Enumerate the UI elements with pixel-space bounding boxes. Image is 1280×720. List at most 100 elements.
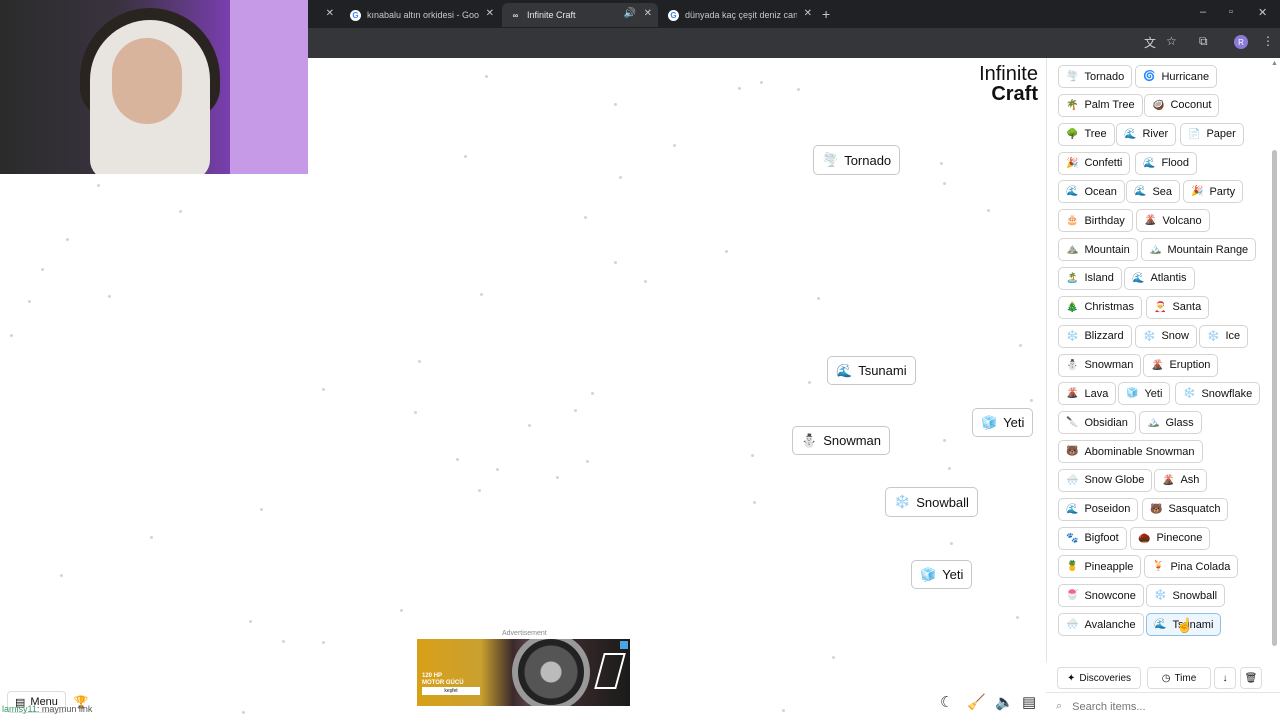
item-label: Obsidian (1084, 416, 1128, 429)
canvas-item-yeti[interactable]: 🧊 Yeti (972, 408, 1034, 437)
trash-button[interactable]: 🗑 (1240, 667, 1262, 689)
tab-close-icon[interactable]: ✕ (804, 8, 812, 19)
sidebar-item-snow-globe[interactable]: 🌨️ Snow Globe (1058, 468, 1153, 492)
sidebar-item-santa[interactable]: 🎅 Santa (1146, 295, 1210, 319)
sidebar-item-river[interactable]: 🌊 River (1116, 122, 1177, 146)
new-tab-button[interactable]: + (822, 6, 830, 22)
items-sidebar[interactable]: 🌪️ Tornado 🌀 Hurricane 🌴 Palm Tree 🥥 Coconut 🌳 Tr… (1046, 58, 1280, 720)
item-label: Snow Globe (1084, 474, 1145, 487)
item-emoji-icon: 🌊 (1154, 619, 1167, 631)
sidebar-item-party[interactable]: 🎉 Party (1183, 180, 1244, 204)
item-label: Snowflake (1201, 387, 1253, 400)
tab-close-icon[interactable]: ✕ (326, 8, 334, 19)
tab-close-icon[interactable]: ✕ (644, 8, 652, 19)
item-emoji-icon: 🍧 (1066, 590, 1079, 602)
canvas-item-snowman[interactable]: ⛄ Snowman (792, 426, 890, 455)
sidebar-item-paper[interactable]: 📄 Paper (1180, 122, 1244, 146)
sidebar-item-lava[interactable]: 🌋 Lava (1058, 382, 1117, 406)
sidebar-item-ash[interactable]: 🌋 Ash (1154, 468, 1208, 492)
sidebar-item-snowman[interactable]: ⛄ Snowman (1058, 353, 1142, 377)
discoveries-button[interactable]: ✦ Discoveries (1057, 667, 1141, 689)
search-input[interactable] (1070, 699, 1245, 714)
close-window-button[interactable]: ✕ (1258, 6, 1267, 19)
sidebar-item-tree[interactable]: 🌳 Tree (1058, 122, 1115, 146)
sidebar-item-eruption[interactable]: 🌋 Eruption (1143, 353, 1219, 377)
extensions-icon[interactable]: ⧉ (1199, 34, 1208, 49)
sidebar-item-pina-colada[interactable]: 🍹 Pina Colada (1144, 555, 1239, 579)
sidebar-item-bigfoot[interactable]: 🐾 Bigfoot (1058, 526, 1127, 550)
sidebar-item-mountain-range[interactable]: 🏔️ Mountain Range (1141, 238, 1257, 262)
sidebar-item-pineapple[interactable]: 🍍 Pineapple (1058, 555, 1142, 579)
sidebar-item-christmas[interactable]: 🎄 Christmas (1058, 295, 1142, 319)
canvas-item-tornado[interactable]: 🌪️ Tornado (813, 145, 901, 175)
item-label: Paper (1206, 128, 1236, 141)
scroll-up-arrow-icon[interactable]: ▲ (1271, 60, 1278, 67)
item-emoji-icon: ⛄ (1066, 359, 1079, 371)
sidebar-item-island[interactable]: 🏝️ Island (1058, 266, 1122, 290)
sidebar-item-blizzard[interactable]: ❄️ Blizzard (1058, 324, 1132, 348)
item-emoji-icon: ❄️ (1207, 330, 1220, 342)
ad-cta-button[interactable]: keşfet (422, 687, 480, 695)
sidebar-item-volcano[interactable]: 🌋 Volcano (1136, 209, 1210, 233)
speaker-icon[interactable]: 🔊 (624, 8, 636, 19)
canvas-item-tsunami[interactable]: 🌊 Tsunami (827, 356, 916, 385)
tab-title: dünyada kaç çeşit deniz canlısı (685, 10, 797, 20)
tab-infinite-craft[interactable]: ∞ Infinite Craft 🔊 ✕ (502, 3, 658, 27)
moon-icon[interactable]: ☾ (940, 693, 953, 711)
sound-icon[interactable]: 🔈 (995, 693, 1014, 711)
item-label: Poseidon (1084, 503, 1131, 516)
item-emoji-icon: 🏔️ (1149, 244, 1162, 256)
sidebar-item-confetti[interactable]: 🎉 Confetti (1058, 151, 1131, 175)
sidebar-item-sasquatch[interactable]: 🐻 Sasquatch (1142, 497, 1229, 521)
sidebar-item-ocean[interactable]: 🌊 Ocean (1058, 180, 1125, 204)
logo-line1: Infinite (979, 63, 1038, 85)
sidebar-item-mountain[interactable]: ⛰️ Mountain (1058, 238, 1138, 262)
sidebar-item-avalanche[interactable]: 🌨️ Avalanche (1058, 613, 1144, 637)
sidebar-item-hurricane[interactable]: 🌀 Hurricane (1135, 65, 1218, 88)
sidebar-scrollbar[interactable] (1272, 150, 1277, 646)
item-emoji-icon: 🎄 (1066, 301, 1079, 313)
webcam-overlay (0, 0, 308, 174)
notes-icon[interactable]: ▤ (1022, 693, 1036, 711)
sort-time-button[interactable]: ◷ Time (1147, 667, 1211, 689)
ad-info-icon[interactable] (620, 641, 628, 649)
translate-icon[interactable]: 文 (1144, 34, 1156, 51)
bookmark-star-icon[interactable]: ☆ (1166, 34, 1177, 48)
sidebar-item-snowcone[interactable]: 🍧 Snowcone (1058, 584, 1144, 608)
sidebar-item-yeti[interactable]: 🧊 Yeti (1118, 382, 1171, 406)
sidebar-item-coconut[interactable]: 🥥 Coconut (1144, 93, 1220, 117)
item-label: Yeti (1144, 387, 1163, 400)
item-emoji-icon: 🌊 (1066, 503, 1079, 515)
sidebar-item-snow[interactable]: ❄️ Snow (1135, 324, 1197, 348)
sidebar-item-obsidian[interactable]: 🔪 Obsidian (1058, 411, 1136, 435)
advertisement-banner[interactable]: 120 HP MOTOR GÜCÜ keşfet (417, 639, 630, 706)
tab-google-sea-creatures[interactable]: G dünyada kaç çeşit deniz canlısı ✕ (660, 3, 818, 27)
sidebar-item-flood[interactable]: 🌊 Flood (1135, 151, 1197, 175)
broom-icon[interactable]: 🧹 (967, 693, 986, 711)
sidebar-item-ice[interactable]: ❄️ Ice (1199, 324, 1249, 348)
tab-google-orchid[interactable]: G kınabalu altın orkidesi - Google ✕ (342, 3, 500, 27)
sidebar-item-sea[interactable]: 🌊 Sea (1126, 180, 1181, 204)
sidebar-item-birthday[interactable]: 🎂 Birthday (1058, 209, 1133, 233)
canvas-item-yeti[interactable]: 🧊 Yeti (911, 560, 973, 589)
minimize-button[interactable]: – (1200, 6, 1206, 18)
sidebar-item-atlantis[interactable]: 🌊 Atlantis (1124, 266, 1195, 290)
canvas-item-snowball[interactable]: ❄️ Snowball (885, 487, 978, 517)
maximize-button[interactable]: ▫ (1229, 6, 1233, 18)
tab-close-icon[interactable]: ✕ (486, 8, 494, 19)
profile-avatar[interactable]: R (1234, 35, 1248, 49)
sidebar-item-glass[interactable]: 🏔️ Glass (1139, 411, 1202, 435)
sort-direction-button[interactable]: ↓ (1214, 667, 1236, 689)
sidebar-item-snowflake[interactable]: ❄️ Snowflake (1175, 382, 1261, 406)
sidebar-item-snowball[interactable]: ❄️ Snowball (1146, 584, 1226, 608)
item-label: Sasquatch (1168, 503, 1221, 516)
sidebar-item-abominable-snowman[interactable]: 🐻 Abominable Snowman (1058, 440, 1203, 464)
search-icon: ⌕ (1056, 700, 1063, 712)
sidebar-item-poseidon[interactable]: 🌊 Poseidon (1058, 497, 1139, 521)
sidebar-item-tornado[interactable]: 🌪️ Tornado (1058, 65, 1133, 88)
sidebar-item-palm-tree[interactable]: 🌴 Palm Tree (1058, 93, 1143, 117)
item-label: Snowman (1084, 359, 1134, 371)
sidebar-item-pinecone[interactable]: 🌰 Pinecone (1130, 526, 1211, 550)
item-label: Pina Colada (1170, 560, 1231, 573)
browser-menu-icon[interactable]: ⋮ (1262, 34, 1274, 48)
